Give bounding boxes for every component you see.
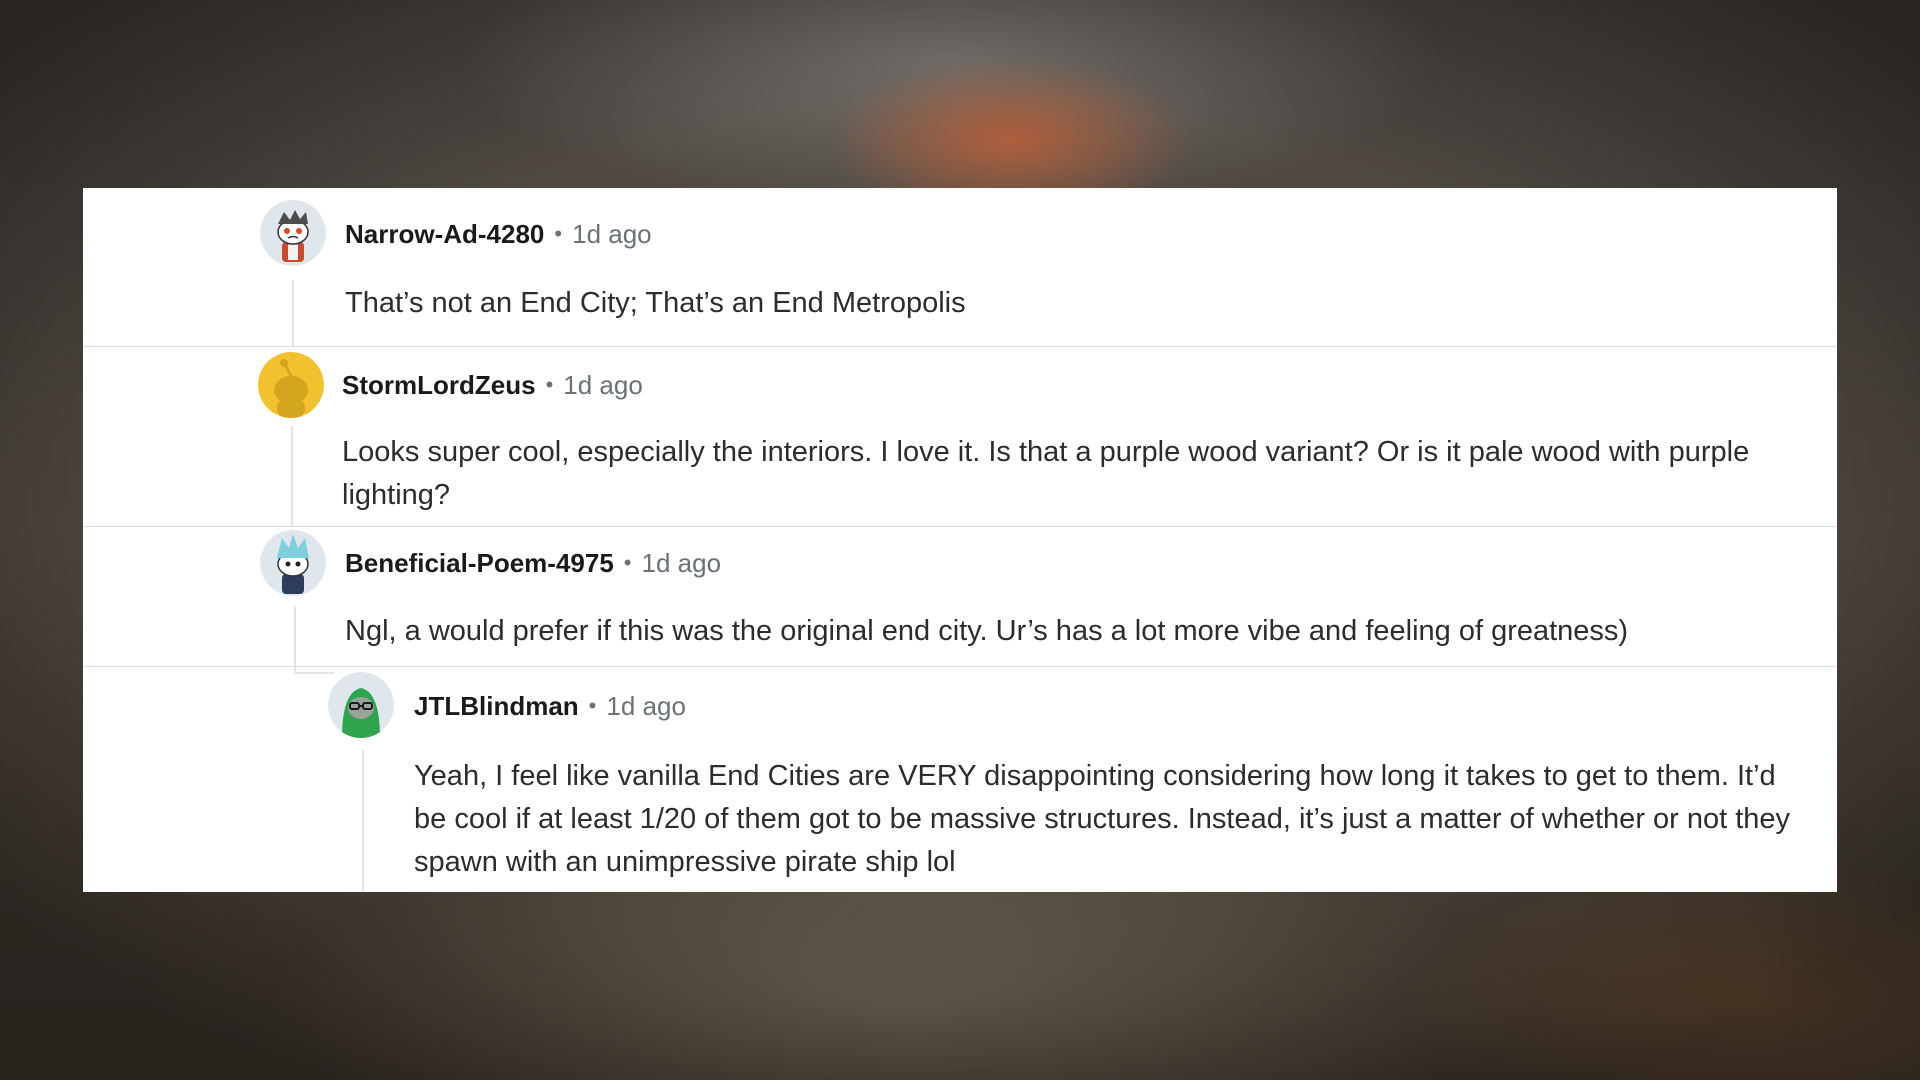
comment-body: Ngl, a would prefer if this was the orig… xyxy=(345,615,1629,647)
comment-body: Yeah, I feel like vanilla End Cities are… xyxy=(414,760,1791,878)
thread-line[interactable] xyxy=(291,426,293,526)
avatar-beneficial-poem-4975[interactable] xyxy=(260,530,326,596)
comment-body: Looks super cool, especially the interio… xyxy=(342,436,1750,511)
snoo-avatar-icon xyxy=(260,530,326,596)
separator-dot: • xyxy=(545,372,554,397)
timestamp[interactable]: 1d ago xyxy=(572,219,652,250)
reply-connector xyxy=(294,672,334,674)
timestamp[interactable]: 1d ago xyxy=(563,370,643,401)
username[interactable]: Beneficial-Poem-4975 xyxy=(345,548,614,579)
comment-body: That’s not an End City; That’s an End Me… xyxy=(345,287,966,319)
thread-line[interactable] xyxy=(292,280,294,346)
avatar-stormlordzeus[interactable] xyxy=(258,352,324,418)
thread-line[interactable] xyxy=(362,750,364,892)
separator-dot: • xyxy=(554,221,563,246)
username[interactable]: StormLordZeus xyxy=(342,370,536,401)
username[interactable]: Narrow-Ad-4280 xyxy=(345,219,544,250)
separator-dot: • xyxy=(623,550,632,575)
comment-header: Beneficial-Poem-4975 • 1d ago xyxy=(345,543,721,583)
comment-divider xyxy=(83,666,1837,667)
comments-panel: Narrow-Ad-4280 • 1d ago That’s not an En… xyxy=(83,188,1837,892)
comment-header: JTLBlindman • 1d ago xyxy=(414,686,686,726)
snoo-avatar-icon xyxy=(260,200,326,266)
comment-header: Narrow-Ad-4280 • 1d ago xyxy=(345,214,652,254)
username[interactable]: JTLBlindman xyxy=(414,691,579,722)
timestamp[interactable]: 1d ago xyxy=(642,548,722,579)
avatar-jtlblindman[interactable] xyxy=(328,672,394,738)
snoo-avatar-icon xyxy=(328,672,394,738)
separator-dot: • xyxy=(588,693,597,718)
comment-divider xyxy=(83,346,1837,347)
comment-divider xyxy=(83,526,1837,527)
avatar-narrow-ad-4280[interactable] xyxy=(260,200,326,266)
thread-line[interactable] xyxy=(294,606,296,672)
comment-header: StormLordZeus • 1d ago xyxy=(342,365,643,405)
snoo-avatar-icon xyxy=(258,352,324,418)
timestamp[interactable]: 1d ago xyxy=(606,691,686,722)
